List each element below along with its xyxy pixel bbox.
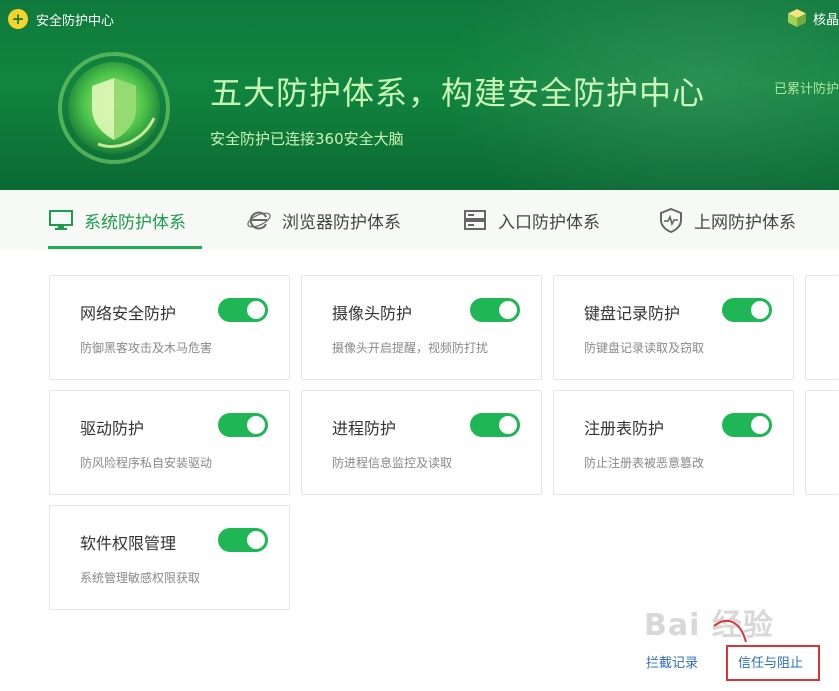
card-desc: 防进程信息监控及读取 (332, 456, 453, 470)
trust-block-link[interactable]: 信任与阻止 (738, 652, 803, 671)
tab-label: 入口防护体系 (498, 212, 600, 233)
shield-icon (58, 52, 170, 164)
card-desc: 摄像头开启提醒，视频防打扰 (332, 341, 489, 355)
card-desc: 防御黑客攻击及木马危害 (80, 341, 213, 355)
toggle-knob (751, 416, 769, 434)
tab-system-protection[interactable]: 系统防护体系 (48, 190, 186, 250)
card-software-permission: 软件权限管理 系统管理敏感权限获取 (49, 505, 290, 610)
app-title: 安全防护中心 (36, 13, 115, 29)
tab-bar: 系统防护体系 浏览器防护体系 入口防护体系 上网防护体系 (0, 190, 839, 250)
card-title: 注册表防护 (584, 419, 665, 438)
titlebar: + 安全防护中心 (8, 8, 114, 30)
tab-internet-protection[interactable]: 上网防护体系 (658, 190, 796, 250)
toggle-software-permission[interactable] (218, 528, 268, 552)
card-registry-protection: 注册表防护 防止注册表被恶意篡改 (553, 390, 794, 495)
toggle-camera-protection[interactable] (470, 298, 520, 322)
card-title: 摄像头防护 (332, 304, 413, 323)
cube-icon (787, 9, 806, 27)
card-desc: 防风险程序私自安装驱动 (80, 456, 213, 470)
card-network-security: 网络安全防护 防御黑客攻击及木马危害 (49, 275, 290, 380)
banner-headline: 五大防护体系，构建安全防护中心 (210, 74, 706, 112)
toggle-knob (499, 301, 517, 319)
shield-emblem (58, 52, 170, 164)
card-process-protection: 进程防护 防进程信息监控及读取 (301, 390, 542, 495)
browser-e-icon (247, 211, 271, 230)
card-partial (805, 390, 839, 495)
header-banner: + 安全防护中心 核晶 五大防护体系，构建安全防护中心 安全防护已连接360安全… (0, 0, 839, 190)
watermark: Bai 经验 (644, 608, 774, 643)
core-crystal-label: 核晶 (812, 12, 839, 28)
toggle-knob (247, 531, 265, 549)
toggle-keylogger-protection[interactable] (722, 298, 772, 322)
card-keylogger-protection: 键盘记录防护 防键盘记录读取及窃取 (553, 275, 794, 380)
card-title: 软件权限管理 (80, 534, 177, 553)
banner-subline: 安全防护已连接360安全大脑 (210, 130, 404, 148)
card-title: 进程防护 (332, 419, 397, 438)
card-desc: 系统管理敏感权限获取 (80, 571, 201, 585)
toggle-knob (247, 416, 265, 434)
toggle-network-security[interactable] (218, 298, 268, 322)
monitor-icon (49, 210, 73, 230)
tab-entry-protection[interactable]: 入口防护体系 (462, 190, 600, 250)
card-desc: 防键盘记录读取及窃取 (584, 341, 705, 355)
titlebar-right[interactable]: 核晶 (787, 8, 839, 28)
protection-stats-text: 已累计防护 (773, 82, 839, 97)
card-driver-protection: 驱动防护 防风险程序私自安装驱动 (49, 390, 290, 495)
card-title: 网络安全防护 (80, 304, 177, 323)
toggle-process-protection[interactable] (470, 413, 520, 437)
card-title: 键盘记录防护 (584, 304, 681, 323)
toggle-registry-protection[interactable] (722, 413, 772, 437)
toggle-driver-protection[interactable] (218, 413, 268, 437)
card-desc: 防止注册表被恶意篡改 (584, 456, 705, 470)
tab-label: 系统防护体系 (84, 212, 186, 233)
toggle-knob (751, 301, 769, 319)
card-camera-protection: 摄像头防护 摄像头开启提醒，视频防打扰 (301, 275, 542, 380)
card-partial (805, 275, 839, 380)
intercept-log-link[interactable]: 拦截记录 (646, 652, 698, 671)
app-logo-icon: + (8, 9, 28, 29)
server-icon (464, 210, 486, 230)
toggle-knob (247, 301, 265, 319)
tab-browser-protection[interactable]: 浏览器防护体系 (246, 190, 401, 250)
toggle-knob (499, 416, 517, 434)
tab-label: 浏览器防护体系 (282, 212, 401, 233)
card-title: 驱动防护 (80, 419, 145, 438)
shield-pulse-icon (660, 207, 682, 233)
tab-label: 上网防护体系 (694, 212, 796, 233)
active-tab-indicator (48, 246, 202, 249)
